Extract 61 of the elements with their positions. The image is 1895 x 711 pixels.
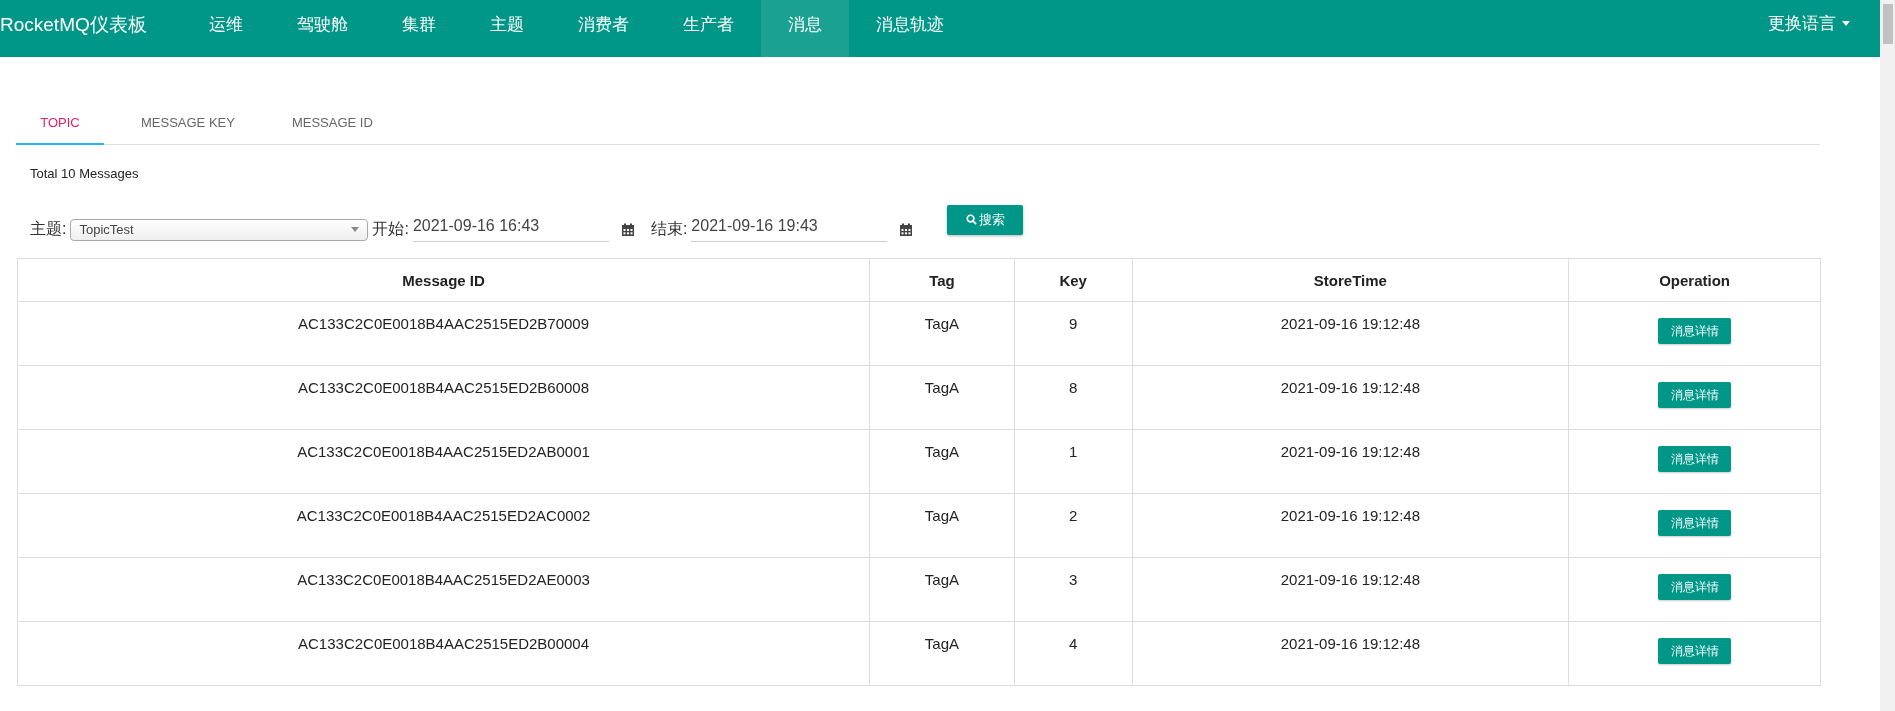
table-cell: TagA	[869, 301, 1015, 366]
nav-item[interactable]: 驾驶舱	[269, 0, 375, 57]
tab[interactable]: TOPIC	[16, 101, 104, 145]
table-cell: 8	[1014, 365, 1133, 430]
total-count: Total 10 Messages	[30, 166, 140, 181]
start-time-field[interactable]: 2021-09-16 16:43	[412, 217, 609, 242]
details-button[interactable]: 消息详情	[1658, 446, 1732, 472]
nav-item[interactable]: 消息	[760, 0, 849, 57]
search-button[interactable]: 搜索	[947, 204, 1024, 235]
column-header: Tag	[869, 258, 1015, 302]
table-cell: AC133C2C0E0018B4AAC2515ED2AC0002	[17, 493, 870, 558]
nav-item[interactable]: 集群	[374, 0, 463, 57]
end-label: 结束:	[650, 219, 688, 239]
caret-icon	[1842, 21, 1850, 26]
nav-item[interactable]: 主题	[462, 0, 551, 57]
topic-select[interactable]: TopicTest	[70, 218, 369, 241]
column-header: StoreTime	[1132, 258, 1569, 302]
table-cell: AC133C2C0E0018B4AAC2515ED2B70009	[17, 301, 870, 366]
details-button[interactable]: 消息详情	[1658, 382, 1732, 408]
nav-item[interactable]: 生产者	[655, 0, 761, 57]
calendar-icon[interactable]	[620, 222, 635, 237]
table-cell: AC133C2C0E0018B4AAC2515ED2AE0003	[17, 557, 870, 622]
table-cell: 2021-09-16 19:12:48	[1132, 301, 1569, 366]
table-cell: 3	[1014, 557, 1133, 622]
search-icon	[965, 214, 977, 225]
table-cell: 2021-09-16 19:12:48	[1132, 621, 1569, 686]
column-header: Message ID	[17, 258, 870, 302]
table-cell: 2021-09-16 19:12:48	[1132, 429, 1569, 494]
table-cell: 1	[1014, 429, 1133, 494]
scrollbar[interactable]	[1880, 0, 1895, 711]
column-header: Operation	[1568, 258, 1821, 302]
table-cell: AC133C2C0E0018B4AAC2515ED2AB0001	[17, 429, 870, 494]
nav-item[interactable]: 消息轨迹	[848, 0, 971, 57]
details-button[interactable]: 消息详情	[1658, 318, 1732, 344]
details-button[interactable]: 消息详情	[1658, 510, 1732, 536]
details-button[interactable]: 消息详情	[1658, 574, 1732, 600]
table-cell: 2021-09-16 19:12:48	[1132, 557, 1569, 622]
table-cell: 2021-09-16 19:12:48	[1132, 365, 1569, 430]
table-cell: TagA	[869, 429, 1015, 494]
language-menu[interactable]: 更换语言	[1768, 0, 1880, 57]
nav-item[interactable]: 运维	[181, 0, 270, 57]
table-cell: TagA	[869, 557, 1015, 622]
table-cell: AC133C2C0E0018B4AAC2515ED2B60008	[17, 365, 870, 430]
table-cell: TagA	[869, 365, 1015, 430]
details-button[interactable]: 消息详情	[1658, 638, 1732, 664]
calendar-icon[interactable]	[899, 222, 914, 237]
table-cell: TagA	[869, 621, 1015, 686]
table-cell: TagA	[869, 493, 1015, 558]
table-cell: 2	[1014, 493, 1133, 558]
table-cell: AC133C2C0E0018B4AAC2515ED2B00004	[17, 621, 870, 686]
topic-label: 主题:	[30, 219, 67, 239]
table-cell: 2021-09-16 19:12:48	[1132, 493, 1569, 558]
brand-title[interactable]: RocketMQ仪表板	[0, 0, 182, 50]
tab[interactable]: MESSAGE KEY	[121, 101, 255, 145]
nav-item[interactable]: 消费者	[550, 0, 656, 57]
tab[interactable]: MESSAGE ID	[271, 101, 393, 145]
table-cell: 9	[1014, 301, 1133, 366]
table-cell: 4	[1014, 621, 1133, 686]
start-label: 开始:	[372, 219, 409, 239]
end-time-field[interactable]: 2021-09-16 19:43	[691, 217, 888, 242]
column-header: Key	[1014, 258, 1133, 302]
